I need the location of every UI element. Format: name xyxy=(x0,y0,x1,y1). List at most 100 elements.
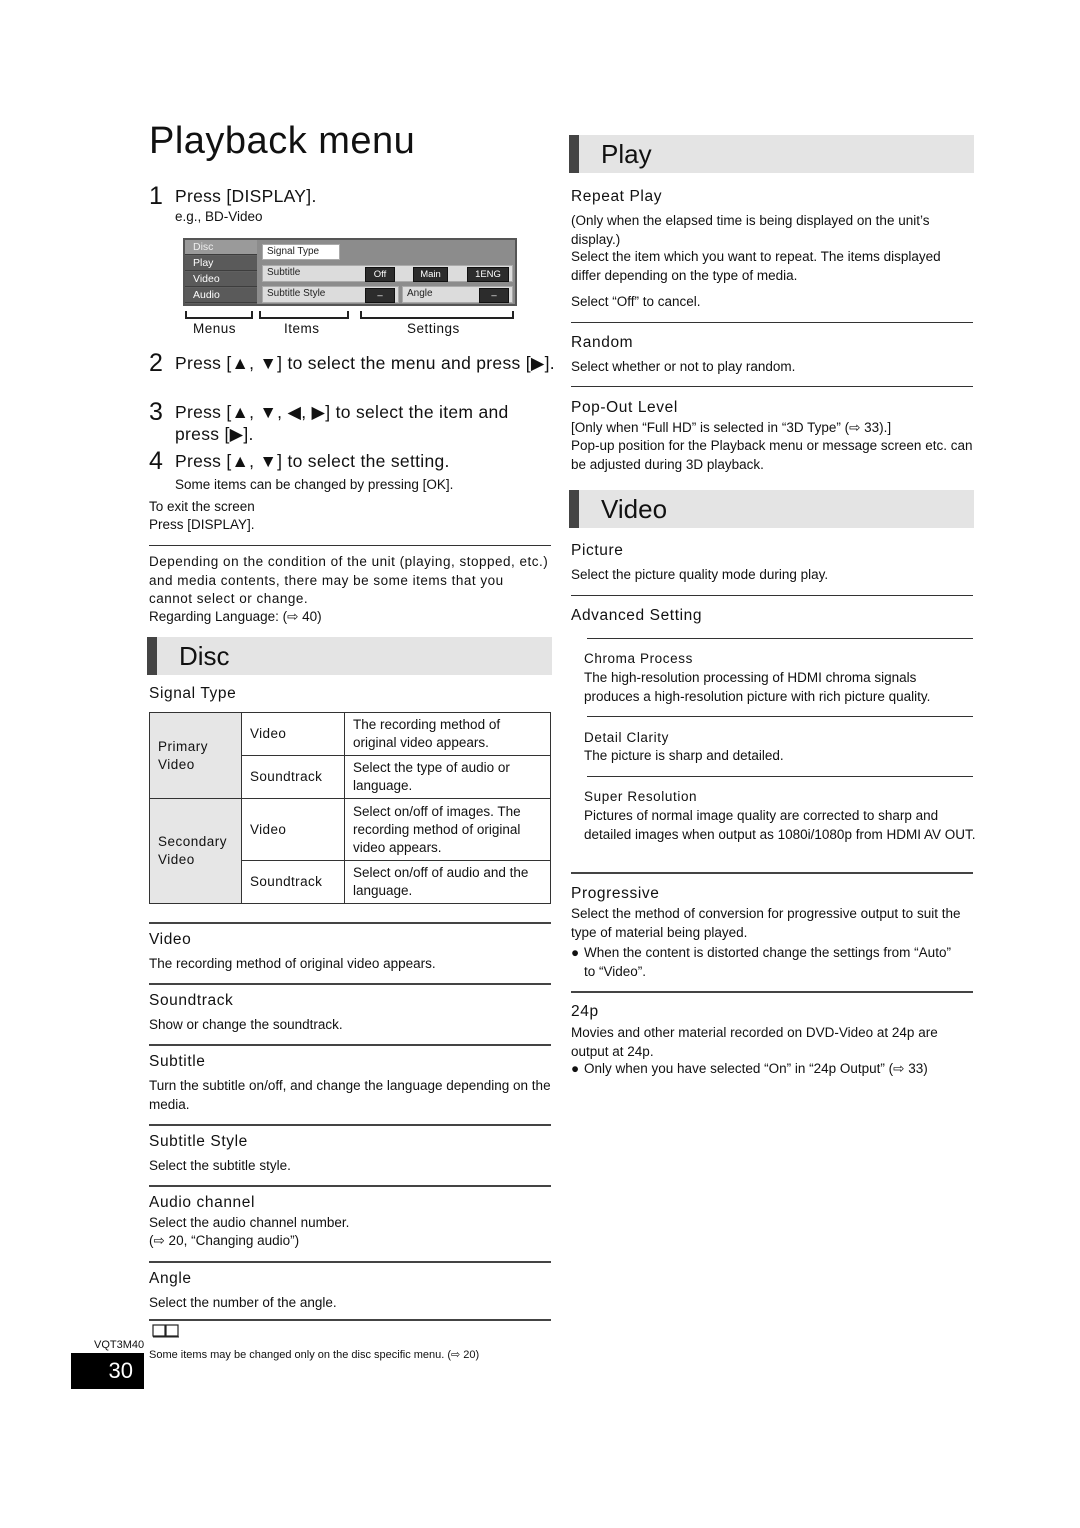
step-text: Press [DISPLAY]. xyxy=(175,186,317,206)
disc-item-desc: Select the subtitle style. xyxy=(149,1158,291,1173)
section-heading: Disc xyxy=(179,641,230,671)
label-menus: Menus xyxy=(193,321,237,336)
step-number: 4 xyxy=(149,447,164,475)
disc-item-desc: Select the audio channel number. xyxy=(149,1215,350,1230)
divider xyxy=(571,872,973,874)
advanced-subitem-desc: The picture is sharp and detailed. xyxy=(584,748,784,763)
disc-item-desc-ref: (⇨ 20, “Changing audio”) xyxy=(149,1233,300,1248)
osd-value-subtitle-style: – xyxy=(365,288,395,303)
model-code: VQT3M40 xyxy=(94,1339,145,1351)
disc-item-title: Audio channel xyxy=(149,1194,256,1211)
step-3: 3 Press [▲, ▼, ◀, ▶] to select the item … xyxy=(149,400,555,445)
disc-item-title: Subtitle Style xyxy=(149,1133,248,1150)
item-cell: Video xyxy=(241,798,345,861)
advanced-subitem-title: Chroma Process xyxy=(584,651,693,666)
desc-cell: Select on/off of audio and the language. xyxy=(344,860,551,904)
step-text: Press [▲, ▼, ◀, ▶] to select the item an… xyxy=(175,402,509,444)
advanced-subitem-desc: The high-resolution processing of HDMI c… xyxy=(584,670,931,704)
video-picture-desc: Select the picture quality mode during p… xyxy=(571,567,829,582)
play-item-desc: [Only when “Full HD” is selected in “3D … xyxy=(571,420,892,435)
desc-cell: The recording method of original video a… xyxy=(344,712,551,756)
disc-item-desc: Select the number of the angle. xyxy=(149,1295,337,1310)
divider xyxy=(571,322,973,323)
advanced-subitem-title: Detail Clarity xyxy=(584,730,669,745)
step4-note: Some items can be changed by pressing [O… xyxy=(175,477,454,492)
bullet-icon: ● xyxy=(571,1061,580,1076)
play-item-desc2: Select the item which you want to repeat… xyxy=(571,249,941,283)
osd-value-lang: 1ENG xyxy=(467,267,509,282)
osd-item-subtitle-style-label: Subtitle Style xyxy=(267,288,326,299)
divider xyxy=(149,1319,551,1321)
step-1: 1 Press [DISPLAY]. xyxy=(149,182,555,210)
section-heading: Play xyxy=(601,139,652,169)
video-progressive-desc: Select the method of conversion for prog… xyxy=(571,906,961,940)
notice-text: Depending on the condition of the unit (… xyxy=(149,554,549,606)
divider xyxy=(587,638,973,639)
osd-item-signal-type: Signal Type xyxy=(262,244,340,260)
bracket-items xyxy=(259,311,349,319)
desc-cell: Select the type of audio or language. xyxy=(344,755,551,799)
section-disc: Disc xyxy=(147,637,552,675)
play-item-title: Random xyxy=(571,334,634,351)
play-item-desc3: Select “Off” to cancel. xyxy=(571,294,701,309)
video-24p-title: 24p xyxy=(571,1003,599,1020)
disc-item-desc: Show or change the soundtrack. xyxy=(149,1017,343,1032)
advanced-subitem-desc: Pictures of normal image quality are cor… xyxy=(584,808,976,842)
disc-item-title: Angle xyxy=(149,1270,192,1287)
video-progressive-bullet: ● When the content is distorted change t… xyxy=(571,944,974,981)
divider xyxy=(571,991,973,993)
osd-value-angle: – xyxy=(479,288,509,303)
play-item-desc: Select whether or not to play random. xyxy=(571,359,796,374)
divider xyxy=(149,922,551,924)
osd-menu-video: Video xyxy=(185,272,257,287)
osd-item-subtitle-label: Subtitle xyxy=(267,267,301,278)
step-4: 4 Press [▲, ▼] to select the setting. xyxy=(149,447,555,475)
section-video: Video xyxy=(569,490,974,528)
desc-cell: Select on/off of images. The recording m… xyxy=(344,798,551,861)
play-item-title: Repeat Play xyxy=(571,188,663,205)
play-item-title: Pop-Out Level xyxy=(571,399,678,416)
osd-menu-play: Play xyxy=(185,256,257,271)
page-title: Playback menu xyxy=(149,120,416,162)
divider xyxy=(149,1261,551,1263)
divider xyxy=(149,983,551,985)
item-cell: Video xyxy=(241,712,345,756)
play-item-desc2: Pop-up position for the Playback menu or… xyxy=(571,438,973,472)
bullet-text: Only when you have selected “On” in “24p… xyxy=(584,1061,928,1076)
exit-line2: Press [DISPLAY]. xyxy=(149,517,255,532)
bullet-text: When the content is distorted change the… xyxy=(584,945,951,979)
osd-menu-disc: Disc xyxy=(185,240,257,255)
video-progressive-title: Progressive xyxy=(571,885,660,902)
bracket-settings xyxy=(360,311,514,319)
disc-item-title: Soundtrack xyxy=(149,992,234,1009)
osd-item-angle-label: Angle xyxy=(407,288,433,299)
label-items: Items xyxy=(284,321,320,336)
exit-line1: To exit the screen xyxy=(149,499,255,514)
video-24p-desc: Movies and other material recorded on DV… xyxy=(571,1025,938,1059)
divider xyxy=(587,776,973,777)
signal-type-table: Primary Video Video The recording method… xyxy=(149,712,551,904)
divider xyxy=(149,1044,551,1046)
language-reference: Regarding Language: (⇨ 40) xyxy=(149,609,322,624)
divider xyxy=(149,1185,551,1187)
step-text: Press [▲, ▼] to select the menu and pres… xyxy=(175,353,555,373)
group-cell: Primary Video xyxy=(149,712,242,799)
step-number: 2 xyxy=(149,349,164,377)
divider xyxy=(149,1124,551,1126)
osd-value-main: Main xyxy=(413,267,448,282)
osd-menus: Disc Play Video Audio xyxy=(185,240,257,304)
disc-item-desc: The recording method of original video a… xyxy=(149,956,436,971)
table-row: Primary Video Video The recording method… xyxy=(149,712,551,799)
osd-menu-audio: Audio xyxy=(185,288,257,303)
section-accent xyxy=(147,637,157,675)
osd-value-off: Off xyxy=(365,267,395,282)
section-accent xyxy=(569,490,579,528)
playback-menu-illustration: Disc Play Video Audio Signal Type Subtit… xyxy=(183,238,517,306)
step-number: 1 xyxy=(149,182,164,210)
disc-item-title: Subtitle xyxy=(149,1053,206,1070)
divider xyxy=(149,545,551,546)
page-number: 30 xyxy=(71,1353,144,1389)
label-settings: Settings xyxy=(407,321,460,336)
section-accent xyxy=(569,135,579,173)
disc-item-desc: Turn the subtitle on/off, and change the… xyxy=(149,1078,551,1112)
